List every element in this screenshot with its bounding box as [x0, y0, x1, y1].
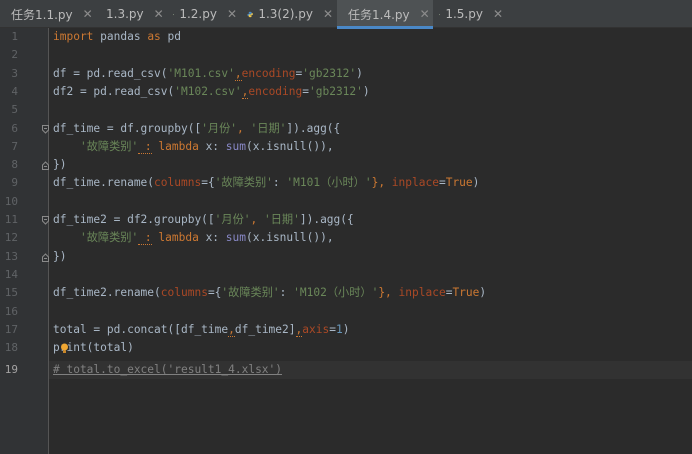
tab-label: 1.5.py	[445, 7, 483, 21]
line-number: 2	[11, 48, 18, 62]
python-file-icon	[247, 11, 253, 17]
line-number: 8	[11, 158, 18, 172]
code-line-12: '故障类别' : lambda x: sum(x.isnull()),	[79, 231, 334, 246]
line-number: 9	[11, 176, 18, 190]
editor-tab-bar: 任务1.1.py ✕ 1.3.py ✕ 1.2.py ✕ 1.3(2).py ✕…	[0, 0, 692, 29]
tab-label: 1.3(2).py	[258, 7, 313, 21]
code-line-4: df2 = pd.read_csv('M102.csv',encoding='g…	[53, 84, 370, 99]
close-tab-icon[interactable]: ✕	[154, 8, 164, 20]
line-number: 17	[4, 322, 18, 336]
line-number: 10	[4, 194, 18, 208]
fold-open-icon[interactable]	[42, 216, 49, 225]
tab-label: 任务1.4.py	[348, 7, 410, 22]
line-number: 14	[4, 267, 18, 281]
tab-label: 任务1.1.py	[11, 7, 73, 22]
line-number: 15	[4, 286, 18, 300]
code-editor[interactable]: import pandas as pd df = pd.read_csv('M1…	[49, 28, 692, 454]
tab-1-3-2[interactable]: 1.3(2).py ✕	[241, 0, 337, 28]
line-number: 12	[4, 231, 18, 245]
close-tab-icon[interactable]: ✕	[420, 8, 430, 20]
code-line-13: })	[53, 249, 67, 263]
line-number-gutter[interactable]: 1 2 3 4 5 6 7 8 9 10 11 12 13 14 15 16 1…	[0, 28, 49, 454]
line-number: 7	[11, 139, 18, 153]
code-line-1: import pandas as pd	[53, 30, 182, 43]
ide-window: 任务1.1.py ✕ 1.3.py ✕ 1.2.py ✕ 1.3(2).py ✕…	[0, 0, 692, 454]
line-number: 5	[11, 103, 18, 117]
code-line-15: df_time2.rename(columns={'故障类别': 'M102（小…	[53, 286, 487, 300]
tab-label: 1.3.py	[106, 7, 144, 21]
line-number-current: 19	[4, 363, 18, 376]
lightbulb-icon[interactable]	[60, 343, 69, 354]
code-line-3: df = pd.read_csv('M101.csv',encoding='gb…	[53, 66, 363, 81]
fold-close-icon[interactable]	[42, 161, 49, 170]
code-line-8: })	[53, 158, 67, 172]
line-number: 4	[11, 84, 18, 98]
tab-task-1-4[interactable]: 任务1.4.py ✕	[337, 0, 433, 29]
code-line-19: # total.to_excel('result1_4.xlsx')	[53, 363, 283, 376]
tab-1-5[interactable]: 1.5.py ✕	[433, 0, 507, 28]
tab-task-1-1[interactable]: 任务1.1.py ✕	[0, 0, 95, 28]
code-line-9: df_time.rename(columns={'故障类别': 'M101（小时…	[53, 176, 480, 190]
fold-open-icon[interactable]	[42, 125, 49, 134]
fold-close-icon[interactable]	[42, 253, 49, 262]
tab-1-2[interactable]: 1.2.py ✕	[167, 0, 241, 28]
tab-1-3[interactable]: 1.3.py ✕	[95, 0, 167, 28]
python-file-icon	[173, 13, 175, 15]
line-number: 6	[11, 121, 18, 135]
close-tab-icon[interactable]: ✕	[493, 8, 503, 20]
tab-label: 1.2.py	[179, 7, 217, 21]
close-tab-icon[interactable]: ✕	[323, 8, 333, 20]
line-number: 3	[11, 66, 18, 80]
line-number: 11	[4, 213, 18, 226]
line-number: 16	[4, 304, 18, 318]
line-number: 13	[4, 249, 18, 263]
code-line-6: df_time = df.groupby(['月份', '日期']).agg({	[53, 121, 341, 135]
python-file-icon	[439, 13, 441, 15]
line-number: 1	[11, 30, 18, 43]
code-line-17: total = pd.concat([df_time,df_time2],axi…	[53, 322, 350, 337]
line-number: 18	[4, 341, 18, 355]
close-tab-icon[interactable]: ✕	[227, 8, 237, 20]
close-tab-icon[interactable]: ✕	[83, 8, 93, 20]
code-line-7: '故障类别' : lambda x: sum(x.isnull()),	[79, 139, 334, 154]
code-line-11: df_time2 = df2.groupby(['月份', '日期']).agg…	[53, 213, 354, 226]
